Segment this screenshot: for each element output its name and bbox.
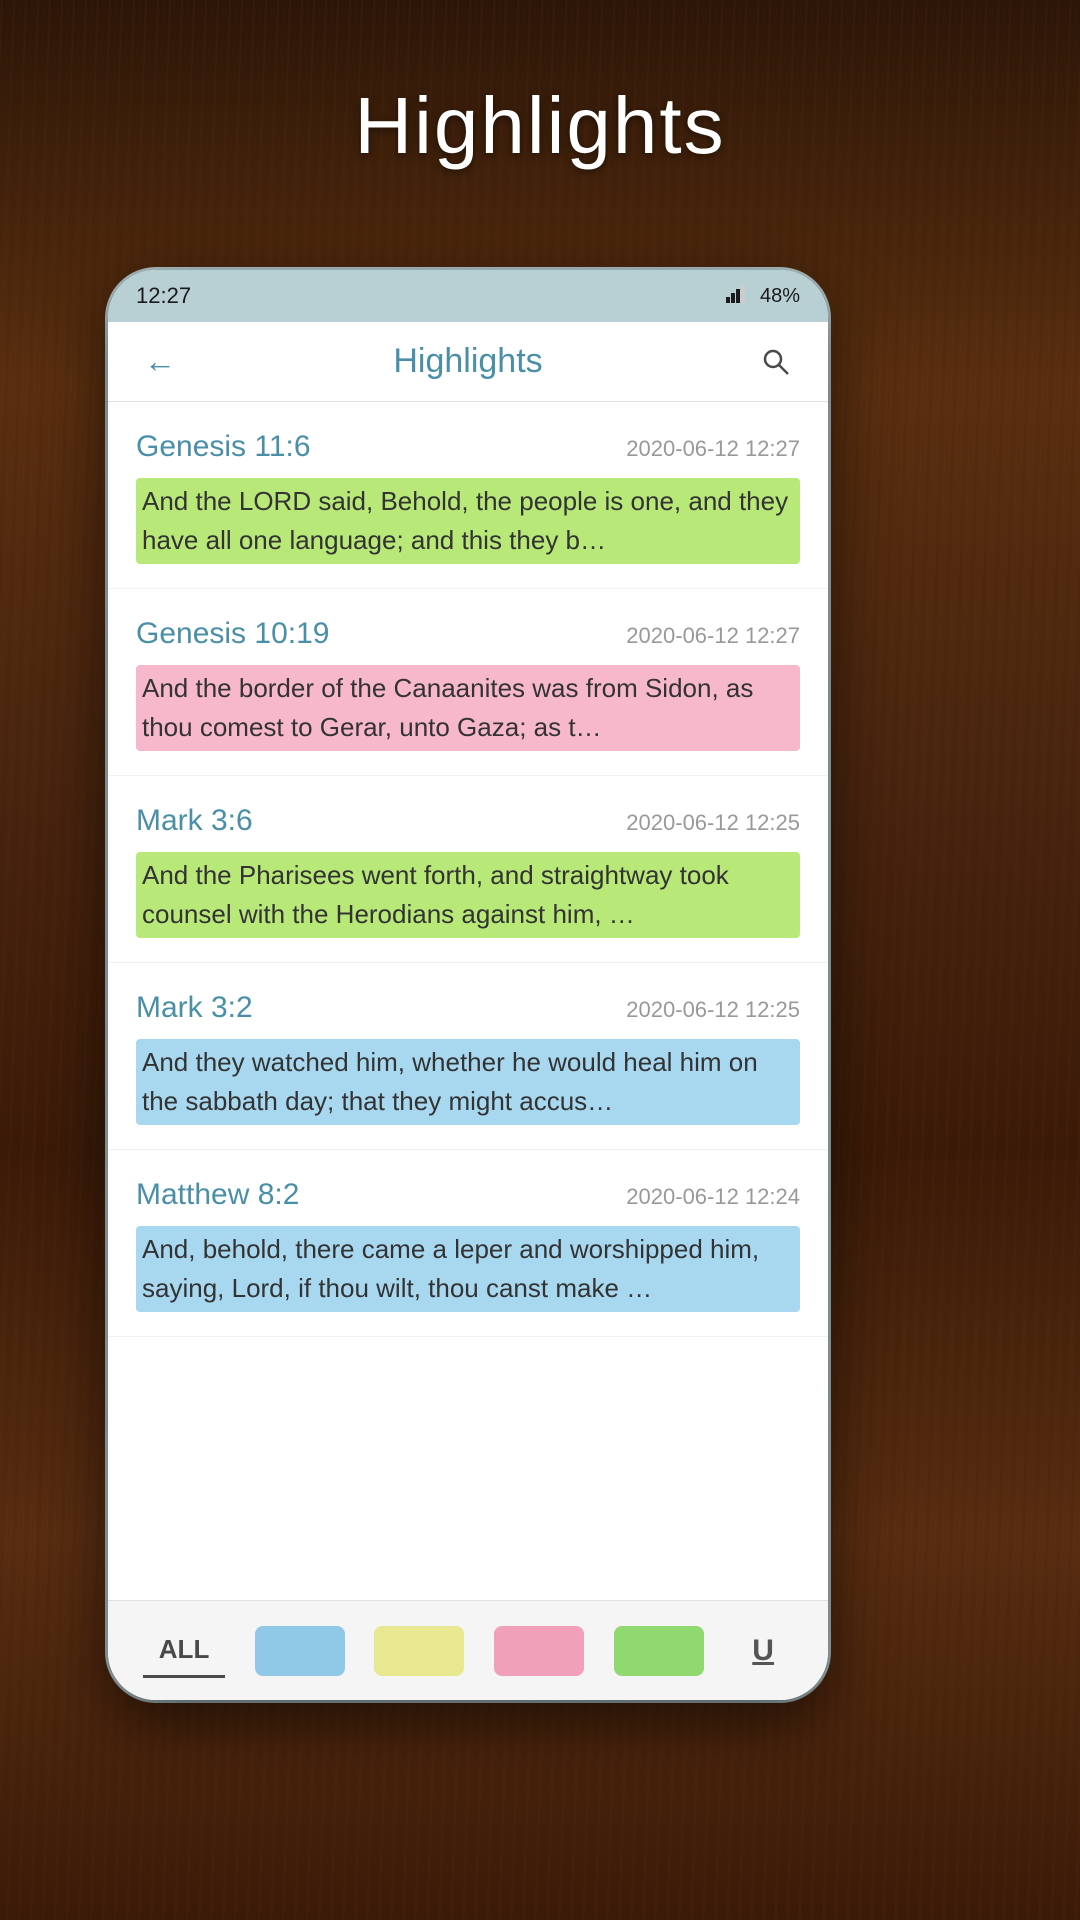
tab-color-pink[interactable] [494,1626,584,1676]
list-item[interactable]: Genesis 10:19 2020-06-12 12:27 And the b… [108,589,828,776]
item-header: Matthew 8:2 2020-06-12 12:24 [136,1178,800,1212]
app-header: ← Highlights [108,322,828,402]
list-item[interactable]: Matthew 8:2 2020-06-12 12:24 And, behold… [108,1150,828,1337]
item-reference: Mark 3:6 [136,804,253,838]
tab-color-yellow[interactable] [374,1626,464,1676]
item-text: And they watched him, whether he would h… [136,1039,800,1125]
list-item[interactable]: Mark 3:2 2020-06-12 12:25 And they watch… [108,963,828,1150]
search-button[interactable] [752,338,800,386]
back-button[interactable]: ← [136,338,184,386]
item-reference: Mark 3:2 [136,991,253,1025]
item-text: And the Pharisees went forth, and straig… [136,852,800,938]
phone-mockup: 12:27 48% ← Highlights [108,270,828,1700]
item-header: Mark 3:6 2020-06-12 12:25 [136,804,800,838]
item-reference: Genesis 10:19 [136,617,329,651]
item-text: And, behold, there came a leper and wors… [136,1226,800,1312]
tab-color-blue[interactable] [255,1626,345,1676]
status-time: 12:27 [136,283,191,309]
bottom-tab-bar: ALL U [108,1600,828,1700]
tab-color-green[interactable] [614,1626,704,1676]
page-title: Highlights [0,80,1080,172]
header-title: Highlights [393,342,542,381]
item-date: 2020-06-12 12:25 [626,997,800,1023]
item-header: Mark 3:2 2020-06-12 12:25 [136,991,800,1025]
item-text: And the LORD said, Behold, the people is… [136,478,800,564]
list-item[interactable]: Genesis 11:6 2020-06-12 12:27 And the LO… [108,402,828,589]
item-header: Genesis 11:6 2020-06-12 12:27 [136,430,800,464]
item-date: 2020-06-12 12:24 [626,1184,800,1210]
item-date: 2020-06-12 12:27 [626,436,800,462]
status-battery: 48% [760,285,800,308]
tab-all[interactable]: ALL [143,1624,226,1678]
search-icon [760,346,792,378]
item-header: Genesis 10:19 2020-06-12 12:27 [136,617,800,651]
status-right: 48% [726,285,800,308]
item-reference: Genesis 11:6 [136,430,311,464]
signal-icon [726,285,750,308]
list-item[interactable]: Mark 3:6 2020-06-12 12:25 And the Pharis… [108,776,828,963]
tab-underline[interactable]: U [733,1626,793,1676]
back-arrow-icon: ← [144,343,176,380]
item-date: 2020-06-12 12:27 [626,623,800,649]
highlights-list: Genesis 11:6 2020-06-12 12:27 And the LO… [108,402,828,1600]
item-date: 2020-06-12 12:25 [626,810,800,836]
item-text: And the border of the Canaanites was fro… [136,665,800,751]
status-bar: 12:27 48% [108,270,828,322]
item-reference: Matthew 8:2 [136,1178,299,1212]
